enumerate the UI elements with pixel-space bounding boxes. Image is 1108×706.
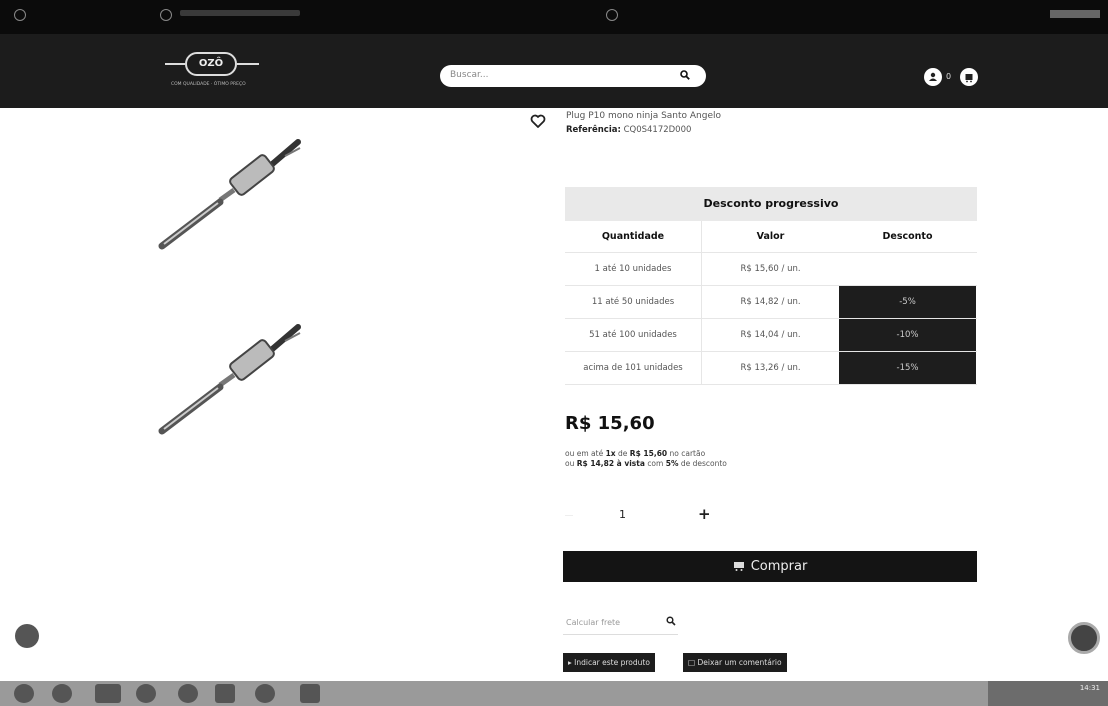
product-name: Plug P10 mono ninja Santo Angelo [566, 111, 722, 121]
row-quantity: 51 até 100 unidades [565, 319, 702, 351]
cash-com: com [647, 459, 664, 468]
quantity-stepper[interactable]: 1 + [565, 505, 765, 527]
search-input[interactable]: Buscar... [450, 70, 489, 80]
logo-badge: OZÔ [185, 52, 237, 76]
product-price: R$ 15,60 [565, 413, 655, 434]
cash-prefix: ou [565, 459, 575, 468]
installment-prefix: ou em até [565, 449, 604, 458]
column-header-quantidade: Quantidade [565, 221, 702, 252]
product-image-2[interactable] [150, 315, 310, 455]
row-price: R$ 13,26 / un. [740, 363, 801, 373]
table-row: 51 até 100 unidades R$ 14,04 / un. -10% [565, 319, 977, 352]
row-discount: -15% [839, 352, 976, 384]
browser-taskbar-icon[interactable] [52, 684, 72, 703]
cart-count: 0 [946, 72, 952, 81]
app-taskbar-icon[interactable] [215, 684, 235, 703]
comment-label: Deixar um comentário [697, 658, 782, 667]
recommend-label: Indicar este produto [574, 658, 650, 667]
tab-favicon[interactable] [160, 9, 172, 21]
installment-suffix: no cartão [669, 449, 706, 458]
row-discount: -5% [839, 286, 976, 318]
start-button-icon[interactable] [14, 684, 34, 703]
site-logo[interactable]: OZÔ COM QUALIDADE · ÓTIMO PREÇO [165, 50, 261, 90]
heart-icon[interactable] [530, 113, 546, 129]
row-discount: -10% [839, 319, 976, 351]
quantity-minus-button[interactable] [565, 515, 573, 516]
product-image-1[interactable] [150, 130, 310, 270]
cart-icon[interactable] [960, 68, 978, 86]
cash-percent: 5% [665, 459, 679, 468]
user-icon[interactable] [924, 68, 942, 86]
logo-line-right [237, 63, 259, 65]
table-row: acima de 101 unidades R$ 13,26 / un. -15… [565, 352, 977, 385]
column-header-valor: Valor [756, 231, 785, 242]
folder-taskbar-icon[interactable] [95, 684, 121, 703]
installment-de: de [618, 449, 628, 458]
media-taskbar-icon[interactable] [136, 684, 156, 703]
megaphone-icon: ▸ [568, 658, 572, 667]
chrome-taskbar-icon[interactable] [178, 684, 198, 703]
logo-line-left [165, 63, 185, 65]
cart-icon-buy [733, 562, 744, 571]
buy-button[interactable]: Comprar [563, 551, 977, 582]
tab-favicon-2[interactable] [606, 9, 618, 21]
cash-discount-line: ou R$ 14,82 à vista com 5% de desconto [565, 459, 727, 469]
quantity-value[interactable]: 1 [619, 508, 626, 521]
row-quantity: 11 até 50 unidades [565, 286, 702, 318]
row-price: R$ 14,04 / un. [740, 330, 801, 340]
row-price: R$ 14,82 / un. [740, 297, 801, 307]
column-header-desconto: Desconto [882, 231, 933, 242]
word-taskbar-icon[interactable] [300, 684, 320, 703]
leave-comment-button[interactable]: □ Deixar um comentário [683, 653, 787, 672]
table-row: 1 até 10 unidades R$ 15,60 / un. [565, 253, 977, 286]
payment-conditions: ou em até 1x de R$ 15,60 no cartão ou R$… [565, 449, 727, 469]
installment-line: ou em até 1x de R$ 15,60 no cartão [565, 449, 727, 459]
search-bar[interactable]: Buscar... [440, 65, 706, 87]
quantity-plus-button[interactable]: + [698, 505, 711, 523]
logo-tagline: COM QUALIDADE · ÓTIMO PREÇO [171, 82, 246, 87]
row-discount [839, 253, 976, 285]
discount-table-title: Desconto progressivo [565, 187, 977, 221]
product-reference: Referência: CQ0S4172D000 [566, 125, 691, 135]
system-tray: 14:31 [988, 681, 1108, 706]
table-row: 11 até 50 unidades R$ 14,82 / un. -5% [565, 286, 977, 319]
cash-suffix: de desconto [680, 459, 727, 468]
taskbar-clock[interactable]: 14:31 [1080, 684, 1100, 693]
app-taskbar-icon-2[interactable] [255, 684, 275, 703]
installment-count: 1x [605, 449, 616, 458]
search-icon[interactable] [680, 70, 690, 80]
tab-title-placeholder[interactable] [180, 10, 300, 16]
shipping-input[interactable]: Calcular frete [566, 618, 620, 627]
chat-icon[interactable] [1068, 622, 1100, 654]
os-taskbar: 14:31 [0, 681, 1108, 706]
recommend-product-button[interactable]: ▸ Indicar este produto [563, 653, 655, 672]
cash-amount: R$ 14,82 à vista [576, 459, 645, 468]
shipping-calculator[interactable]: Calcular frete [563, 609, 678, 635]
progressive-discount-table: Desconto progressivo Quantidade Valor De… [565, 187, 977, 385]
accessibility-icon[interactable] [15, 624, 39, 648]
row-quantity: acima de 101 unidades [565, 352, 702, 384]
table-header-row: Quantidade Valor Desconto [565, 221, 977, 253]
browser-menu-icon[interactable] [14, 9, 26, 21]
buy-button-label: Comprar [750, 559, 808, 574]
browser-tab-strip [0, 0, 1108, 34]
row-quantity: 1 até 10 unidades [565, 253, 702, 285]
row-price: R$ 15,60 / un. [740, 264, 801, 274]
search-icon-shipping[interactable] [666, 616, 676, 626]
window-controls[interactable] [1050, 10, 1100, 18]
reference-value: CQ0S4172D000 [623, 125, 692, 135]
reference-label: Referência: [566, 125, 621, 135]
installment-amount: R$ 15,60 [629, 449, 668, 458]
comment-icon: □ [688, 658, 696, 667]
